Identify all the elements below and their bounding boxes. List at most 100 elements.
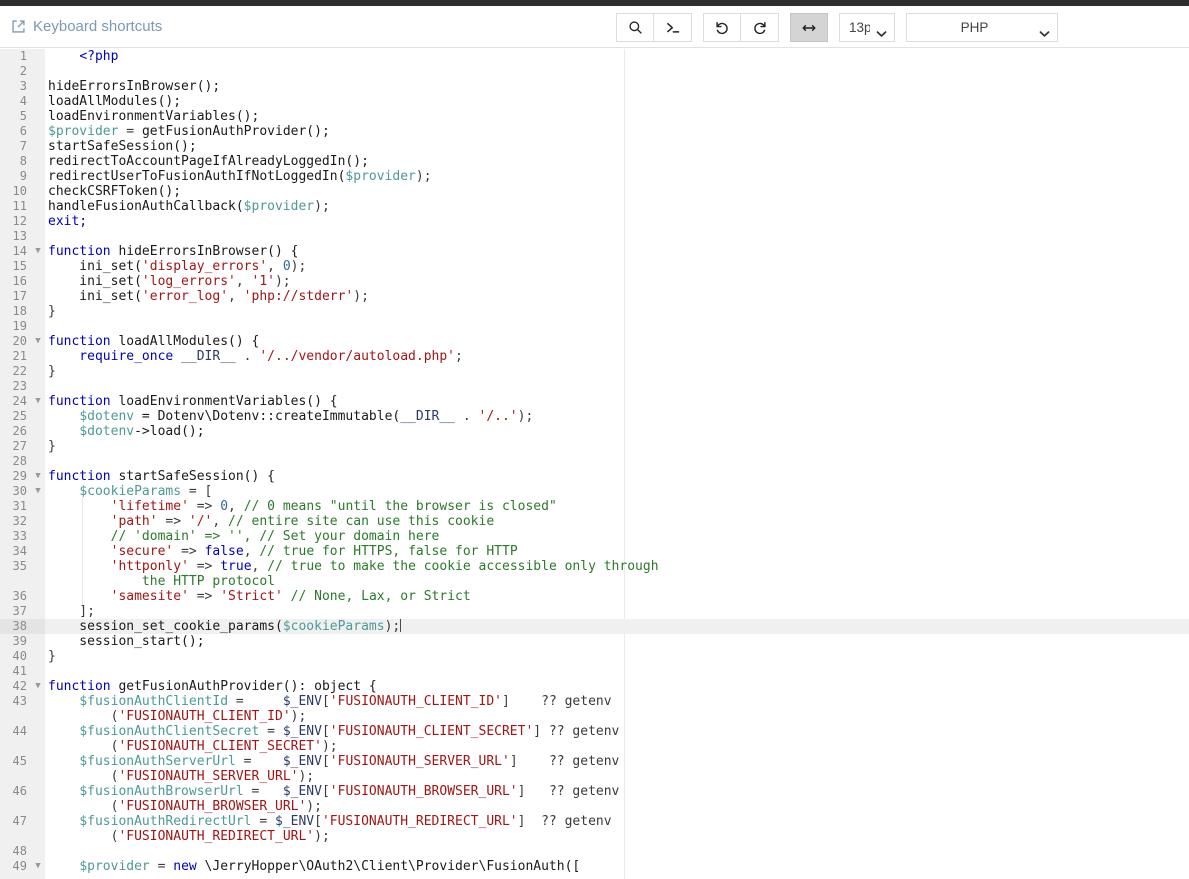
code-line[interactable]: 16 ini_set('log_errors', '1'); xyxy=(0,274,1189,289)
language-select[interactable]: PHPHTMLCSSJavaScriptJSONMarkdownPythonSQ… xyxy=(906,13,1058,42)
code-line[interactable]: 4 loadAllModules(); xyxy=(0,94,1189,109)
code-line-wrapped[interactable]: ('FUSIONAUTH_CLIENT_ID'); xyxy=(0,709,1189,724)
code-line[interactable]: 11 handleFusionAuthCallback($provider); xyxy=(0,199,1189,214)
code-line[interactable]: 12 exit; xyxy=(0,214,1189,229)
word-wrap-toggle[interactable] xyxy=(790,13,828,42)
fold-toggle-icon[interactable]: ▼ xyxy=(33,469,43,484)
code-lines[interactable]: 1 <?php 2 3 hideErrorsInBrowser(); 4 loadAllM… xyxy=(0,49,1189,874)
code-token: 'samesite' xyxy=(110,589,189,604)
code-line[interactable]: 42 ▼ function getFusionAuthProvider(): obj… xyxy=(0,679,1189,694)
code-line-wrapped[interactable]: ('FUSIONAUTH_SERVER_URL'); xyxy=(0,769,1189,784)
code-line[interactable]: 45 $fusionAuthServerUrl = $_ENV['FUSIONA… xyxy=(0,754,1189,769)
code-line[interactable]: 7 startSafeSession(); xyxy=(0,139,1189,154)
code-line[interactable]: 37 ]; xyxy=(0,604,1189,619)
code-line[interactable]: 40} xyxy=(0,649,1189,664)
redo-button[interactable] xyxy=(741,13,779,42)
code-line[interactable]: 15 ini_set('display_errors', 0); xyxy=(0,259,1189,274)
code-token: ); xyxy=(384,619,401,634)
code-text: } xyxy=(48,439,56,454)
code-line[interactable]: 8 redirectToAccountPageIfAlreadyLoggedIn(… xyxy=(0,154,1189,169)
code-line[interactable]: 18} xyxy=(0,304,1189,319)
code-token: } xyxy=(48,439,56,454)
code-text: ('FUSIONAUTH_SERVER_URL'); xyxy=(48,769,315,784)
code-line[interactable]: 10 checkCSRFToken(); xyxy=(0,184,1189,199)
code-line[interactable]: 33 // 'domain' => '', // Set your domain… xyxy=(0,529,1189,544)
fold-toggle-icon[interactable]: ▼ xyxy=(33,394,43,409)
fold-toggle-icon[interactable]: ▼ xyxy=(33,484,43,499)
code-token: ]; xyxy=(48,604,95,619)
code-line[interactable]: 17 ini_set('error_log', 'php://stderr'); xyxy=(0,289,1189,304)
code-line[interactable]: 27} xyxy=(0,439,1189,454)
code-token: ); xyxy=(306,799,322,814)
code-line[interactable]: 3 hideErrorsInBrowser(); xyxy=(0,79,1189,94)
code-line[interactable]: 13 xyxy=(0,229,1189,244)
code-line[interactable]: 25 $dotenv = Dotenv\Dotenv::createImmuta… xyxy=(0,409,1189,424)
fold-toggle-icon[interactable]: ▼ xyxy=(33,244,43,259)
code-line[interactable]: 26 $dotenv->load(); xyxy=(0,424,1189,439)
code-line[interactable]: 49 ▼ $provider = new \JerryHopper\OAuth2\… xyxy=(0,859,1189,874)
code-line[interactable]: 32 'path' => '/', // entire site can use… xyxy=(0,514,1189,529)
code-line-wrapped[interactable]: ('FUSIONAUTH_CLIENT_SECRET'); xyxy=(0,739,1189,754)
code-line[interactable]: 39 session_start(); xyxy=(0,634,1189,649)
code-token: ->load(); xyxy=(134,424,205,439)
code-token: session_set_cookie_params( xyxy=(48,619,283,634)
code-line[interactable]: 14 ▼ function hideErrorsInBrowser() { xyxy=(0,244,1189,259)
code-line[interactable]: 28 xyxy=(0,454,1189,469)
code-line[interactable]: 6 $provider = getFusionAuthProvider(); xyxy=(0,124,1189,139)
code-token: ( xyxy=(48,739,119,754)
code-token: $fusionAuthRedirectUrl xyxy=(79,814,252,829)
code-text: ('FUSIONAUTH_BROWSER_URL'); xyxy=(48,799,322,814)
code-line-wrapped[interactable]: the HTTP protocol xyxy=(0,574,1189,589)
code-token: 'FUSIONAUTH_CLIENT_SECRET' xyxy=(329,724,534,739)
code-line[interactable]: 24 ▼ function loadEnvironmentVariables() { xyxy=(0,394,1189,409)
code-token: = xyxy=(251,814,275,829)
code-line[interactable]: 30 ▼ $cookieParams = [ xyxy=(0,484,1189,499)
line-number: 1 xyxy=(0,49,45,64)
line-number-placeholder xyxy=(0,574,45,589)
code-line[interactable]: 48 xyxy=(0,844,1189,859)
console-button[interactable] xyxy=(654,13,692,42)
fold-toggle-icon[interactable]: ▼ xyxy=(33,679,43,694)
code-line[interactable]: 34 'secure' => false, // true for HTTPS,… xyxy=(0,544,1189,559)
code-editor[interactable]: 1 <?php 2 3 hideErrorsInBrowser(); 4 loadAllM… xyxy=(0,49,1189,879)
code-token: 'httponly' xyxy=(110,559,189,574)
undo-button[interactable] xyxy=(703,13,741,42)
fold-toggle-icon[interactable]: ▼ xyxy=(33,859,43,874)
code-text: 'path' => '/', // entire site can use th… xyxy=(48,514,495,529)
keyboard-shortcuts-link[interactable]: Keyboard shortcuts xyxy=(11,19,162,34)
code-line-wrapped[interactable]: ('FUSIONAUTH_BROWSER_URL'); xyxy=(0,799,1189,814)
code-line[interactable]: 38 session_set_cookie_params($cookiePara… xyxy=(0,619,1189,634)
code-line[interactable]: 44 $fusionAuthClientSecret = $_ENV['FUSI… xyxy=(0,724,1189,739)
code-line[interactable]: 47 $fusionAuthRedirectUrl = $_ENV['FUSIO… xyxy=(0,814,1189,829)
code-token: ); xyxy=(298,769,315,784)
code-line[interactable]: 43 $fusionAuthClientId = $_ENV['FUSIONAU… xyxy=(0,694,1189,709)
code-line[interactable]: 29 ▼ function startSafeSession() { xyxy=(0,469,1189,484)
code-line[interactable]: 9 redirectUserToFusionAuthIfNotLoggedIn($… xyxy=(0,169,1189,184)
code-line[interactable]: 20 ▼ function loadAllModules() { xyxy=(0,334,1189,349)
code-line[interactable]: 35 'httponly' => true, // true to make t… xyxy=(0,559,1189,574)
code-line-wrapped[interactable]: ('FUSIONAUTH_REDIRECT_URL'); xyxy=(0,829,1189,844)
code-line[interactable]: 31 'lifetime' => 0, // 0 means "until th… xyxy=(0,499,1189,514)
code-line[interactable]: 36 'samesite' => 'Strict' // None, Lax, … xyxy=(0,589,1189,604)
external-link-icon xyxy=(11,19,26,34)
code-line[interactable]: 5 loadEnvironmentVariables(); xyxy=(0,109,1189,124)
code-line[interactable]: 19 xyxy=(0,319,1189,334)
fold-toggle-icon[interactable]: ▼ xyxy=(33,334,43,349)
code-line[interactable]: 46 $fusionAuthBrowserUrl = $_ENV['FUSION… xyxy=(0,784,1189,799)
code-line[interactable]: 21 require_once __DIR__ . '/../vendor/au… xyxy=(0,349,1189,364)
code-token: exit; xyxy=(48,214,88,229)
code-line[interactable]: 2 xyxy=(0,64,1189,79)
code-line[interactable]: 1 <?php xyxy=(0,49,1189,64)
code-line[interactable]: 41 xyxy=(0,664,1189,679)
code-text: } xyxy=(48,304,56,319)
code-text: $provider = getFusionAuthProvider(); xyxy=(48,124,330,139)
code-token: ( xyxy=(48,799,119,814)
search-button[interactable] xyxy=(616,13,654,42)
fontsize-select[interactable]: 10px11px12px13px14px16px18px20px24px xyxy=(839,13,895,42)
code-token: ); xyxy=(290,259,307,274)
code-line[interactable]: 23 xyxy=(0,379,1189,394)
code-line[interactable]: 22} xyxy=(0,364,1189,379)
